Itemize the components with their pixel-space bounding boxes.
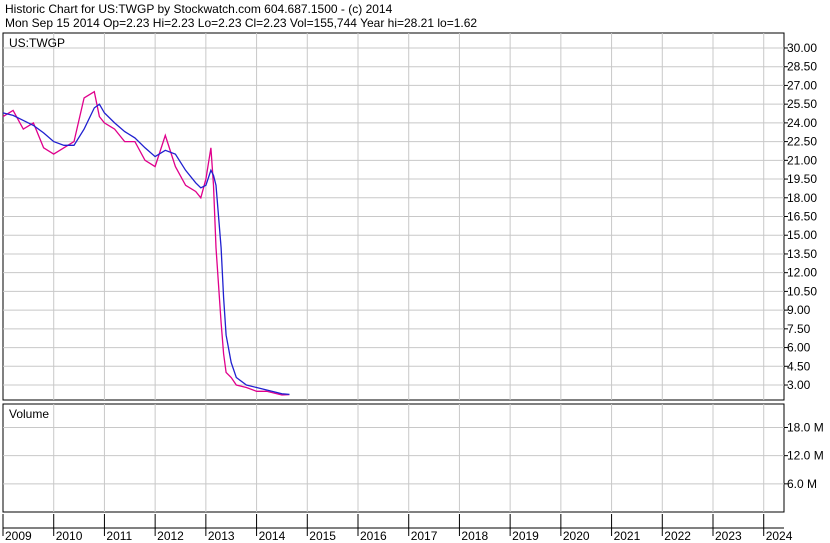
- volume-panel: 18.0 M 12.0 M 6.0 M Volume: [2, 403, 824, 513]
- price-tick-label: 3.00: [787, 378, 811, 392]
- x-tick-label: 2023: [715, 529, 742, 543]
- x-tick-label: 2017: [411, 529, 438, 543]
- volume-tick-label: 12.0 M: [787, 449, 824, 463]
- price-tick-label: 24.00: [787, 116, 817, 130]
- x-tick-label: 2010: [56, 529, 83, 543]
- price-tick-label: 27.00: [787, 78, 817, 92]
- price-tick-label: 9.00: [787, 303, 811, 317]
- volume-frame: [2, 403, 785, 513]
- x-tick-label: 2024: [766, 529, 793, 543]
- x-tick-label: 2019: [512, 529, 539, 543]
- price-tick-label: 12.00: [787, 266, 817, 280]
- price-tick-label: 25.50: [787, 97, 817, 111]
- volume-tick-label: 6.0 M: [787, 477, 817, 491]
- price-tick-label: 19.50: [787, 172, 817, 186]
- x-tick-label: 2012: [157, 529, 184, 543]
- price-tick-label: 21.00: [787, 153, 817, 167]
- price-tick-label: 13.50: [787, 247, 817, 261]
- price-tick-label: 22.50: [787, 135, 817, 149]
- price-tick-label: 6.00: [787, 341, 811, 355]
- price-tick-label: 15.00: [787, 228, 817, 242]
- price-tick-label: 4.50: [787, 359, 811, 373]
- x-tick-label: 2009: [5, 529, 32, 543]
- price-tick-label: 10.50: [787, 284, 817, 298]
- x-tick-label: 2014: [259, 529, 286, 543]
- price-tick-label: 18.00: [787, 191, 817, 205]
- x-tick-label: 2016: [360, 529, 387, 543]
- x-tick-label: 2013: [208, 529, 235, 543]
- x-tick-label: 2015: [309, 529, 336, 543]
- x-tick-label: 2018: [461, 529, 488, 543]
- x-tick-label: 2020: [563, 529, 590, 543]
- price-tick-label: 30.00: [787, 41, 817, 55]
- x-tick-label: 2011: [106, 529, 132, 543]
- price-tick-label: 16.50: [787, 210, 817, 224]
- x-tick-label: 2022: [664, 529, 691, 543]
- price-tick-label: 7.50: [787, 322, 811, 336]
- x-axis: 2009 2010 2011 2012 2013 2014 2015 2016 2017 2018…: [2, 514, 793, 543]
- volume-title: Volume: [9, 407, 49, 421]
- price-panel: 30.00 28.50 27.00 25.50 24.00 22.50 21.00 19.50…: [2, 32, 817, 401]
- volume-tick-label: 18.0 M: [787, 420, 824, 434]
- stock-chart: 30.00 28.50 27.00 25.50 24.00 22.50 21.00 19.50…: [2, 32, 824, 543]
- x-tick-label: 2021: [614, 529, 641, 543]
- price-title: US:TWGP: [9, 36, 65, 50]
- price-tick-label: 28.50: [787, 60, 817, 74]
